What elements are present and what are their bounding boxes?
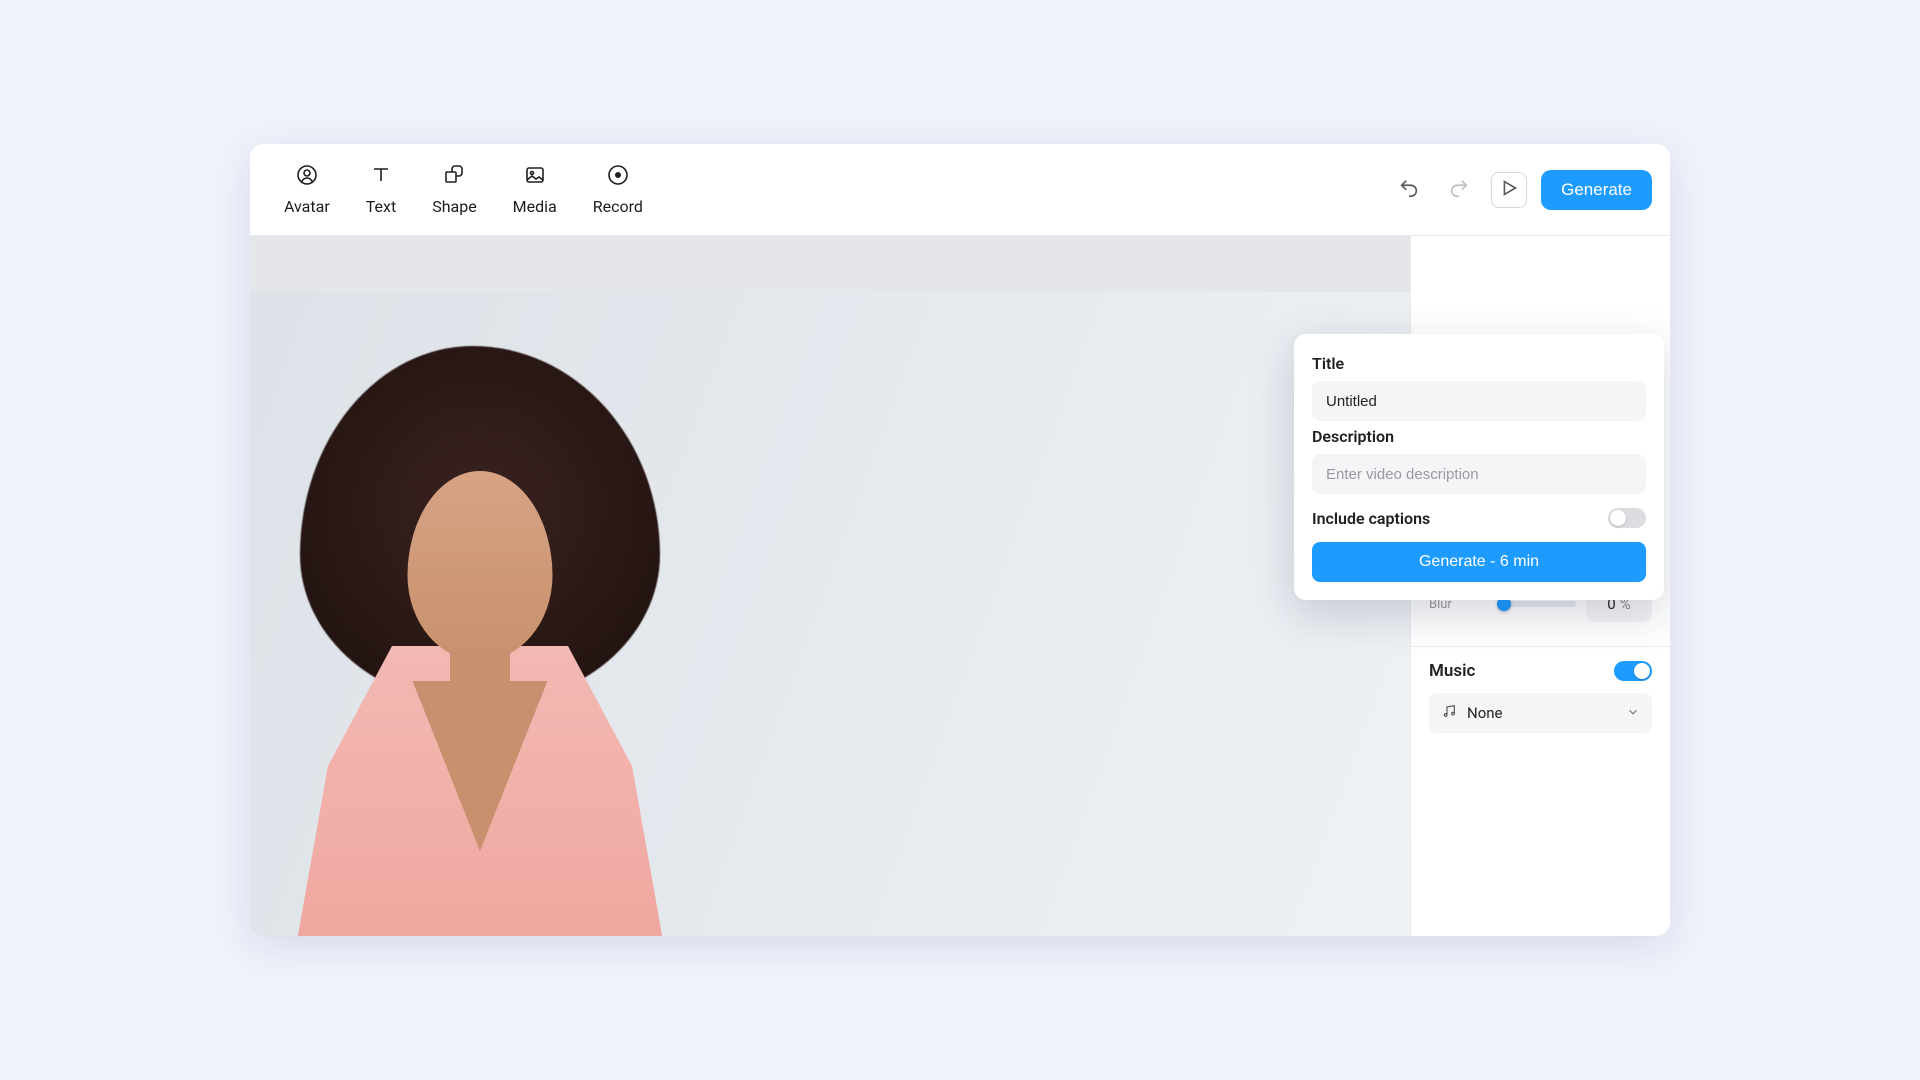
top-toolbar: Avatar Text Shape Media <box>250 144 1670 236</box>
shape-label: Shape <box>432 197 476 216</box>
media-icon <box>523 163 547 191</box>
play-button[interactable] <box>1491 172 1527 208</box>
blur-slider[interactable] <box>1499 601 1576 607</box>
generate-button[interactable]: Generate <box>1541 170 1652 210</box>
record-icon <box>606 163 630 191</box>
record-label: Record <box>593 197 643 216</box>
chevron-down-icon <box>1626 704 1640 723</box>
title-input[interactable] <box>1312 381 1646 421</box>
toolbar-tools: Avatar Text Shape Media <box>284 163 643 216</box>
include-captions-toggle[interactable] <box>1608 508 1646 528</box>
description-input[interactable] <box>1312 454 1646 494</box>
shape-icon <box>442 163 466 191</box>
generate-video-button[interactable]: Generate - 6 min <box>1312 542 1646 582</box>
text-icon <box>369 163 393 191</box>
media-tool[interactable]: Media <box>513 163 557 216</box>
canvas[interactable] <box>250 292 1410 936</box>
canvas-gap <box>250 236 1410 292</box>
avatar-icon <box>295 163 319 191</box>
music-selected: None <box>1467 704 1626 722</box>
record-tool[interactable]: Record <box>593 163 643 216</box>
main-area: Layer Opacity 100 % Blur <box>250 236 1670 936</box>
music-section-title: Music <box>1429 661 1475 681</box>
description-field-label: Description <box>1312 427 1646 446</box>
media-label: Media <box>513 197 557 216</box>
text-label: Text <box>366 197 396 216</box>
toggle-knob <box>1610 510 1626 526</box>
undo-button[interactable] <box>1391 172 1427 208</box>
music-section: Music None <box>1411 647 1670 747</box>
include-captions-label: Include captions <box>1312 509 1430 528</box>
generate-popover: Title Description Include captions Gener… <box>1294 334 1664 600</box>
title-field-label: Title <box>1312 354 1646 373</box>
app-window: Avatar Text Shape Media <box>250 144 1670 936</box>
play-icon <box>1498 177 1520 203</box>
music-icon <box>1441 703 1467 723</box>
redo-icon <box>1448 177 1470 203</box>
canvas-zone <box>250 236 1410 936</box>
avatar-tool[interactable]: Avatar <box>284 163 330 216</box>
toolbar-right: Generate <box>1391 170 1652 210</box>
avatar-on-canvas[interactable] <box>260 336 700 936</box>
avatar-label: Avatar <box>284 197 330 216</box>
undo-icon <box>1398 177 1420 203</box>
music-toggle[interactable] <box>1614 661 1652 681</box>
redo-button[interactable] <box>1441 172 1477 208</box>
music-dropdown[interactable]: None <box>1429 693 1652 733</box>
toggle-knob <box>1634 663 1650 679</box>
shape-tool[interactable]: Shape <box>432 163 476 216</box>
text-tool[interactable]: Text <box>366 163 396 216</box>
